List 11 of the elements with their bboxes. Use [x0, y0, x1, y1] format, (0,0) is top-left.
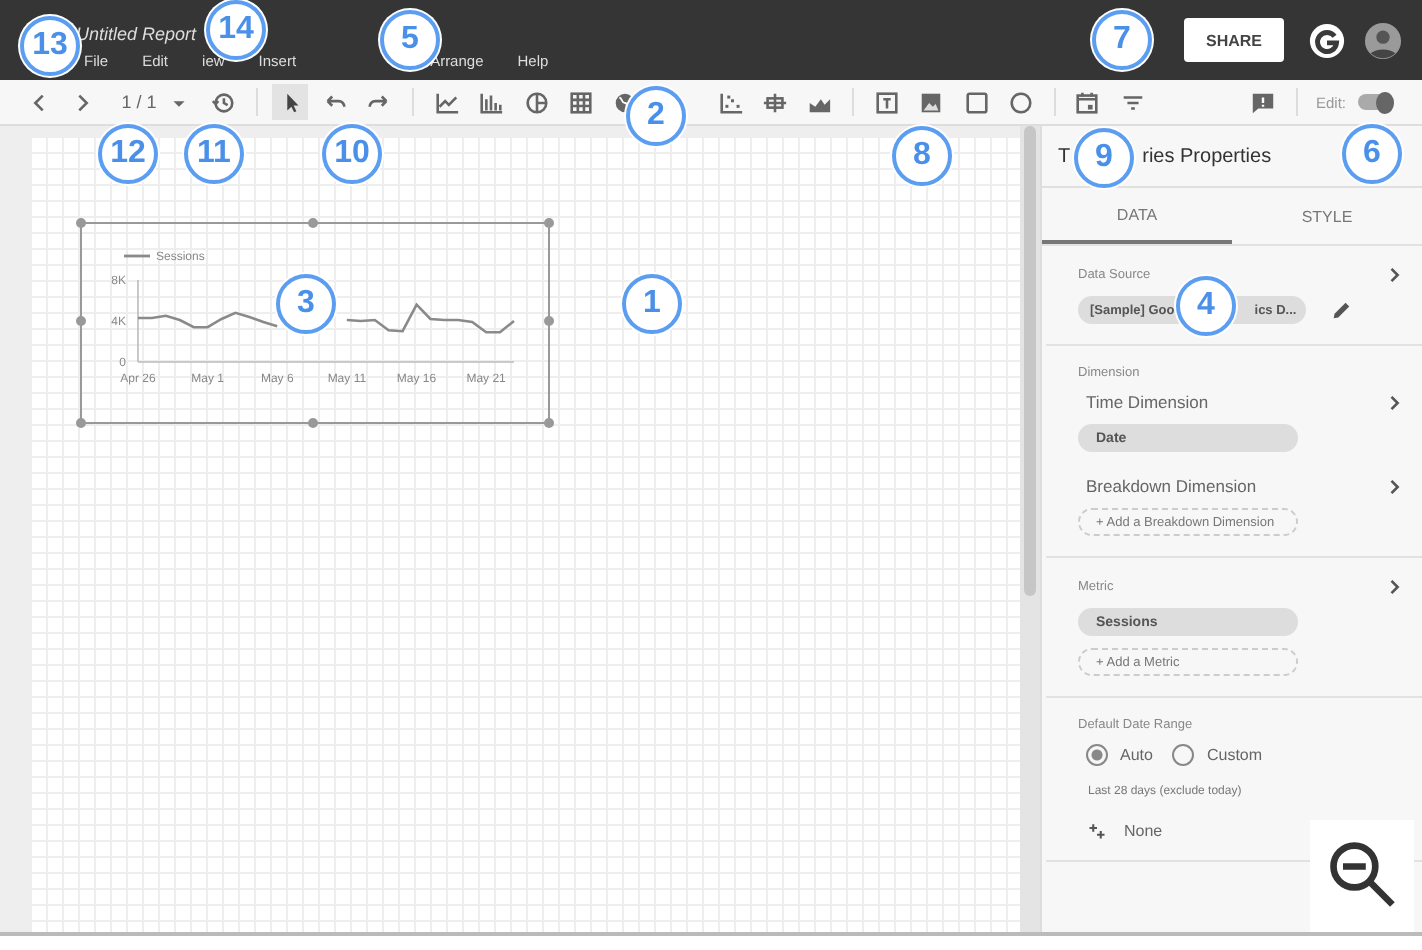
panel-title: ries Properties	[1142, 145, 1272, 167]
panel-tab[interactable]: STYLE	[1232, 188, 1422, 244]
page-indicator[interactable]: 1 / 1	[121, 92, 157, 112]
radio-label: Custom	[1206, 746, 1263, 764]
radio-label: Auto	[1120, 746, 1153, 764]
comparison-value[interactable]: None	[1124, 822, 1163, 840]
share-button[interactable]: SHARE	[1184, 18, 1284, 62]
report-title[interactable]: Untitled Report	[76, 24, 197, 44]
field-label: Time Dimension	[1086, 392, 1209, 412]
field-label: Breakdown Dimension	[1086, 476, 1257, 496]
panel-title: T	[1058, 145, 1071, 167]
